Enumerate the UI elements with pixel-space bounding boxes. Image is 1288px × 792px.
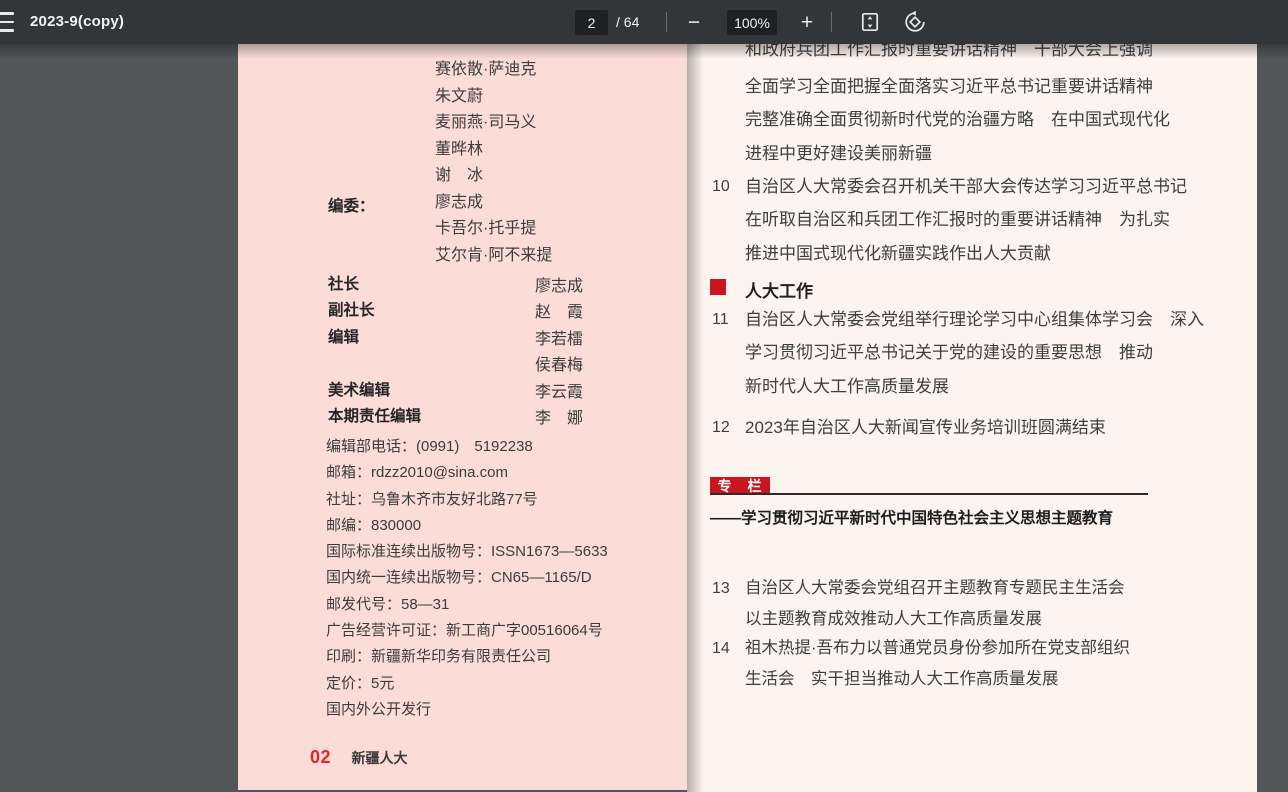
pdf-page-right-contents: 和政府兵团工作汇报时重要讲话精神 干部大会上强调 全面学习全面把握全面落实习近平… <box>687 44 1257 792</box>
info-line: 国内统一连续出版物号：CN65—1165/D <box>326 569 592 587</box>
staff-role-row: 副社长 赵 霞 <box>328 294 658 322</box>
name-line: 廖志成 <box>435 193 484 211</box>
name-line: 朱文蔚 <box>435 87 484 105</box>
role-value: 赵 霞 <box>535 304 584 322</box>
magazine-title: 新疆人大 <box>351 750 408 766</box>
info-line: 邮发代号：58—31 <box>326 595 450 613</box>
info-line: 国际标准连续出版物号：ISSN1673—5633 <box>326 543 608 561</box>
toc-line: 2023年自治区人大新闻宣传业务培训班圆满结束 <box>745 418 1106 437</box>
page-number-input[interactable] <box>575 10 608 35</box>
role-value: 李云霞 <box>535 383 584 401</box>
toc-entry-text: 祖木热提·吾布力以普通党员身份参加所在党支部组织 生活会 实干担当推动人大工作高… <box>745 633 1130 696</box>
zoom-in-button[interactable]: + <box>793 8 821 36</box>
publication-info-block: 编辑部电话：(0991) 5192238 邮箱：rdzz2010@sina.co… <box>326 434 608 723</box>
info-line: 邮箱：rdzz2010@sina.com <box>326 464 508 482</box>
page-footer: 02 新疆人大 <box>310 747 407 768</box>
role-label: 副社长 <box>328 302 375 320</box>
page-count-label: / 64 <box>616 14 640 30</box>
role-value: 廖志成 <box>535 278 584 295</box>
staff-role-row: 美术编辑 李云霞 <box>328 374 658 401</box>
pdf-page-left-masthead: 赛依散·萨迪克 朱文蔚 麦丽燕·司马义 董晔林 谢 冰 廖志成 卡吾尔·托乎提 … <box>238 44 687 790</box>
toc-line: 自治区人大常委会党组召开主题教育专题民主生活会 <box>745 579 1125 597</box>
toc-line: 祖木热提·吾布力以普通党员身份参加所在党支部组织 <box>745 639 1130 657</box>
toolbar-divider <box>831 12 832 32</box>
column-section-rule <box>710 493 1148 495</box>
role-label: 社长 <box>328 276 360 293</box>
name-line: 艾尔肯·阿不来提 <box>435 246 553 264</box>
toc-entry-text: 自治区人大常委会党组举行理论学习中心组集体学习会 深入 学习贯彻习近平总书记关于… <box>745 303 1204 403</box>
name-line: 董晔林 <box>435 140 484 158</box>
zoom-out-button[interactable]: − <box>680 8 708 36</box>
toc-page-number: 11 <box>712 311 729 328</box>
name-line: 麦丽燕·司马义 <box>435 114 537 131</box>
editorial-board-label: 编委： <box>328 198 375 215</box>
staff-role-row: 编辑 李若檑 <box>328 321 658 348</box>
toc-line: 在听取自治区和兵团工作汇报时的重要讲话精神 为扎实 <box>745 210 1170 230</box>
toc-clipped-line: 和政府兵团工作汇报时重要讲话精神 干部大会上强调 <box>745 44 1153 59</box>
info-line: 印刷：新疆新华印务有限责任公司 <box>326 648 552 666</box>
fit-to-page-icon[interactable] <box>856 8 884 36</box>
name-line: 卡吾尔·托乎提 <box>435 220 537 237</box>
red-square-bullet-icon <box>710 279 726 295</box>
toc-line: 自治区人大常委会党组举行理论学习中心组集体学习会 深入 <box>745 310 1204 329</box>
info-line: 国内外公开发行 <box>326 700 432 718</box>
name-line: 赛依散·萨迪克 <box>435 61 537 78</box>
info-line: 编辑部电话：(0991) 5192238 <box>326 438 533 455</box>
toc-line: 以主题教育成效推动人大工作高质量发展 <box>745 610 1042 629</box>
staff-roles-list: 社长 廖志成 副社长 赵 霞 编辑 李若檑 侯春梅 美术编辑 李云霞 本期责任编… <box>328 268 658 427</box>
info-line: 定价：5元 <box>326 674 395 692</box>
toc-line: 推进中国式现代化新疆实践作出人大贡献 <box>745 243 1051 263</box>
editorial-board-names: 赛依散·萨迪克 朱文蔚 麦丽燕·司马义 董晔林 谢 冰 廖志成 卡吾尔·托乎提 … <box>435 57 552 269</box>
toc-page-number: 10 <box>712 178 730 195</box>
staff-role-row: 本期责任编辑 李 娜 <box>328 400 658 427</box>
toc-line: 全面学习全面把握全面落实习近平总书记重要讲话精神 <box>745 77 1153 96</box>
toc-line: 进程中更好建设美丽新疆 <box>745 143 932 163</box>
toc-page-number: 14 <box>712 640 730 657</box>
role-label: 美术编辑 <box>328 381 391 399</box>
info-line: 邮编：830000 <box>326 516 422 534</box>
toc-entry-continuation: 全面学习全面把握全面落实习近平总书记重要讲话精神 完整准确全面贯彻新时代党的治疆… <box>745 70 1170 170</box>
zoom-level-display: 100% <box>727 10 777 35</box>
pdf-viewer-toolbar: 2023-9(copy) / 64 − 100% + <box>0 0 1288 44</box>
toc-page-number: 12 <box>712 419 730 436</box>
toc-entry-text: 自治区人大常委会党组召开主题教育专题民主生活会 以主题教育成效推动人大工作高质量… <box>745 573 1125 636</box>
role-value: 李 娜 <box>535 409 584 427</box>
toolbar-divider <box>666 12 667 32</box>
toc-entry-text: 2023年自治区人大新闻宣传业务培训班圆满结束 <box>745 411 1106 444</box>
role-label: 本期责任编辑 <box>328 407 422 425</box>
info-line: 广告经营许可证：新工商广字00516064号 <box>326 622 603 640</box>
toc-page-number: 13 <box>712 580 730 597</box>
role-label: 编辑 <box>328 328 360 346</box>
folio-number: 02 <box>310 747 332 767</box>
toc-line: 自治区人大常委会召开机关干部大会传达学习习近平总书记 <box>745 177 1187 196</box>
staff-role-row: 社长 廖志成 <box>328 268 658 295</box>
name-line: 谢 冰 <box>435 167 484 184</box>
toc-line: 新时代人大工作高质量发展 <box>745 376 949 396</box>
document-title: 2023-9(copy) <box>30 13 125 30</box>
toc-line: 完整准确全面贯彻新时代党的治疆方略 在中国式现代化 <box>745 110 1170 130</box>
toc-entry-text: 自治区人大常委会召开机关干部大会传达学习习近平总书记 在听取自治区和兵团工作汇报… <box>745 170 1187 270</box>
staff-role-row: 侯春梅 <box>328 347 658 375</box>
toc-line: 学习贯彻习近平总书记关于党的建设的重要思想 推动 <box>745 343 1153 363</box>
info-line: 社址：乌鲁木齐市友好北路77号 <box>326 490 538 508</box>
role-value: 李若檑 <box>535 330 584 348</box>
menu-icon[interactable] <box>0 12 14 32</box>
column-section-subtitle: ——学习贯彻习近平新时代中国特色社会主义思想主题教育 <box>710 510 1114 527</box>
role-value: 侯春梅 <box>535 357 584 375</box>
section-title: 人大工作 <box>745 282 813 301</box>
toc-line: 生活会 实干担当推动人大工作高质量发展 <box>745 670 1059 689</box>
rotate-counterclockwise-icon[interactable] <box>901 8 929 36</box>
